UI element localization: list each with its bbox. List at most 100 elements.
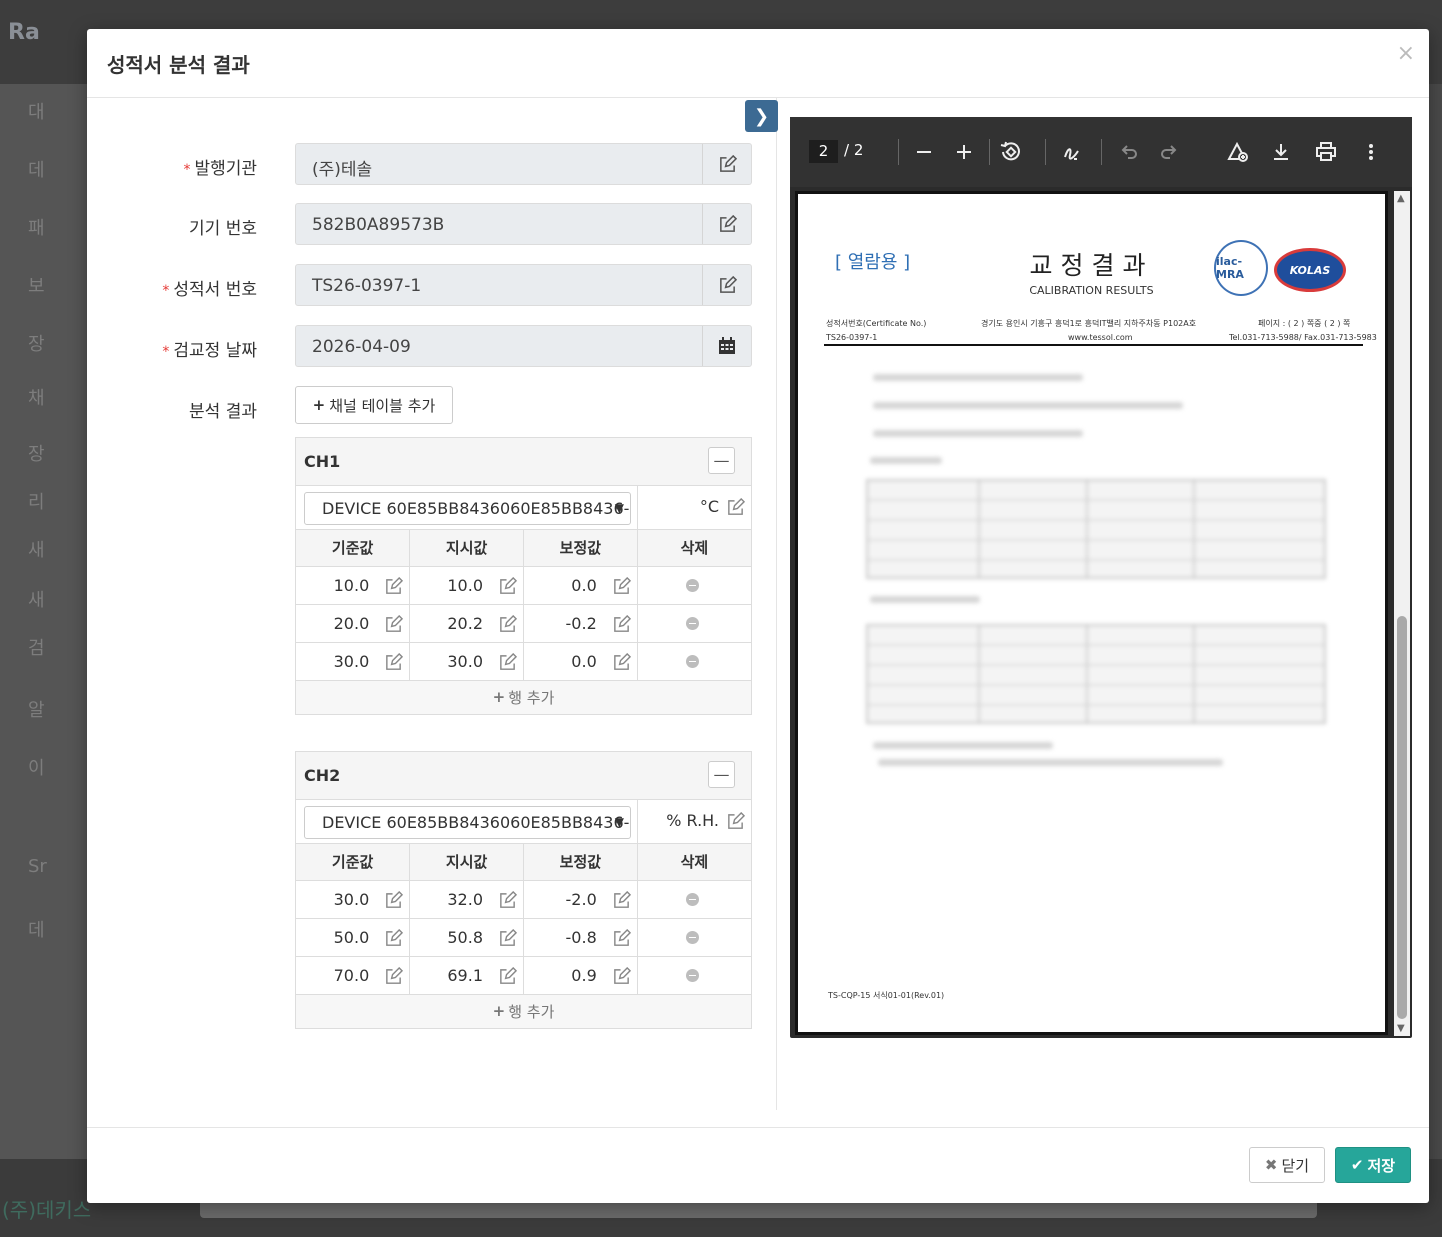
add-channel-table-button[interactable]: + 채널 테이블 추가 bbox=[295, 386, 453, 424]
edit-icon[interactable] bbox=[612, 966, 631, 990]
cert-no: TS26-0397-1 bbox=[826, 333, 878, 342]
calibration-date-row: * 검교정 날짜 2026-04-09 bbox=[87, 325, 767, 367]
draw-icon[interactable] bbox=[1060, 139, 1086, 165]
cell-value: -0.2 bbox=[565, 613, 597, 633]
pdf-scrollbar[interactable]: ▲ ▼ bbox=[1394, 191, 1410, 1036]
delete-cell bbox=[637, 566, 751, 605]
edit-icon[interactable] bbox=[384, 576, 404, 600]
table-row: 20.0 20.2 -0.2 bbox=[296, 604, 751, 643]
required-mark: * bbox=[162, 344, 170, 360]
channel-device-row: DEVICE 60E85BB8436060E85BB8436-6 ▼ % R.H… bbox=[296, 800, 751, 844]
device-number-field[interactable]: 582B0A89573B bbox=[295, 203, 752, 245]
issuer-field[interactable]: (주)테솔 bbox=[295, 143, 752, 185]
cell-value: 50.8 bbox=[447, 927, 483, 947]
edit-icon[interactable] bbox=[612, 890, 631, 914]
issuer-label: * 발행기관 bbox=[183, 159, 257, 179]
add-row-button[interactable]: + 행 추가 bbox=[296, 680, 751, 714]
page-number-input[interactable]: 2 bbox=[809, 140, 838, 163]
undo-icon[interactable] bbox=[1116, 139, 1142, 165]
edit-icon[interactable] bbox=[726, 497, 746, 521]
modal-title: 성적서 분석 결과 bbox=[107, 53, 250, 77]
edit-icon[interactable] bbox=[612, 652, 631, 676]
edit-icon[interactable] bbox=[702, 265, 751, 305]
minus-icon[interactable]: — bbox=[708, 761, 735, 788]
add-row-button[interactable]: + 행 추가 bbox=[296, 994, 751, 1028]
edit-icon[interactable] bbox=[612, 576, 631, 600]
device-select[interactable]: DEVICE 60E85BB8436060E85BB8436-6 ▼ bbox=[304, 806, 631, 839]
scrollbar-thumb[interactable] bbox=[1397, 616, 1407, 1019]
address: 경기도 용인시 기흥구 흥덕1로 흥덕IT밸리 지하주차동 P102A호 bbox=[981, 319, 1197, 328]
edit-icon[interactable] bbox=[726, 811, 746, 835]
edit-icon[interactable] bbox=[384, 928, 404, 952]
close-icon: ✖ bbox=[1264, 1156, 1278, 1174]
edit-icon[interactable] bbox=[384, 890, 404, 914]
collapse-panel-button[interactable]: ❯ bbox=[745, 100, 778, 132]
plus-icon: + bbox=[492, 688, 506, 706]
edit-icon[interactable] bbox=[702, 204, 751, 244]
calendar-icon[interactable] bbox=[702, 326, 751, 366]
pdf-page: [ 열람용 ] 교정결과 CALIBRATION RESULTS ilac-MR… bbox=[795, 191, 1388, 1035]
sidebar-item: 이 bbox=[28, 758, 45, 779]
annotation-add-icon[interactable] bbox=[1224, 139, 1250, 165]
delete-cell bbox=[637, 604, 751, 643]
chevron-right-icon: ❯ bbox=[753, 105, 770, 127]
zoom-in-icon[interactable] bbox=[951, 139, 977, 165]
device-select[interactable]: DEVICE 60E85BB8436060E85BB8436-6 ▼ bbox=[304, 492, 631, 525]
value-cell: 0.0 bbox=[523, 566, 638, 605]
channel-table-ch2: CH2 — DEVICE 60E85BB8436060E85BB8436-6 ▼… bbox=[295, 751, 752, 1029]
sidebar-item: 보 bbox=[28, 276, 45, 297]
remove-row-icon[interactable] bbox=[685, 654, 699, 668]
check-icon: ✔ bbox=[1350, 1156, 1364, 1174]
scroll-up-icon[interactable]: ▲ bbox=[1397, 193, 1405, 204]
edit-icon[interactable] bbox=[702, 144, 751, 184]
remove-row-icon[interactable] bbox=[685, 968, 699, 982]
remove-row-icon[interactable] bbox=[685, 616, 699, 630]
calibration-date-field[interactable]: 2026-04-09 bbox=[295, 325, 752, 367]
edit-icon[interactable] bbox=[612, 614, 631, 638]
minus-icon[interactable]: — bbox=[708, 447, 735, 474]
app-sidebar-bg: 대 데 패 보 장 채 장 리 새 새 검 알 이 Sr 데 bbox=[0, 84, 88, 1159]
edit-icon[interactable] bbox=[384, 614, 404, 638]
issuer-row: * 발행기관 (주)테솔 bbox=[87, 143, 767, 185]
blurred-text bbox=[873, 430, 1083, 437]
blurred-text bbox=[873, 374, 1083, 381]
save-button[interactable]: ✔ 저장 bbox=[1335, 1147, 1411, 1183]
edit-icon[interactable] bbox=[498, 928, 518, 952]
value-cell: 20.2 bbox=[409, 604, 524, 643]
value-cell: 32.0 bbox=[409, 880, 524, 919]
certificate-number-label: * 성적서 번호 bbox=[162, 280, 257, 300]
edit-icon[interactable] bbox=[498, 576, 518, 600]
certificate-number-row: * 성적서 번호 TS26-0397-1 bbox=[87, 264, 767, 306]
channel-header: CH1 — bbox=[296, 438, 751, 486]
edit-icon[interactable] bbox=[612, 928, 631, 952]
scroll-down-icon[interactable]: ▼ bbox=[1397, 1023, 1405, 1034]
remove-row-icon[interactable] bbox=[685, 892, 699, 906]
cell-value: 10.0 bbox=[447, 575, 483, 595]
remove-row-icon[interactable] bbox=[685, 578, 699, 592]
edit-icon[interactable] bbox=[498, 966, 518, 990]
edit-icon[interactable] bbox=[498, 652, 518, 676]
close-button[interactable]: ✖ 닫기 bbox=[1249, 1147, 1325, 1183]
remove-row-icon[interactable] bbox=[685, 930, 699, 944]
edit-icon[interactable] bbox=[498, 614, 518, 638]
print-icon[interactable] bbox=[1313, 139, 1339, 165]
certificate-number-field[interactable]: TS26-0397-1 bbox=[295, 264, 752, 306]
header-reference: 기준값 bbox=[296, 844, 411, 881]
plus-icon: + bbox=[312, 396, 326, 414]
modal-close-icon[interactable]: × bbox=[1397, 41, 1415, 66]
sidebar-item: 검 bbox=[28, 638, 45, 659]
edit-icon[interactable] bbox=[384, 652, 404, 676]
download-icon[interactable] bbox=[1268, 139, 1294, 165]
cell-value: 69.1 bbox=[447, 965, 483, 985]
table-row: 10.0 10.0 0.0 bbox=[296, 566, 751, 605]
unit-cell: °C bbox=[637, 486, 751, 530]
blurred-text bbox=[873, 742, 1053, 749]
device-select-value: DEVICE 60E85BB8436060E85BB8436-6 bbox=[322, 813, 631, 832]
redo-icon[interactable] bbox=[1156, 139, 1182, 165]
rotate-icon[interactable] bbox=[997, 139, 1023, 165]
more-options-icon[interactable] bbox=[1358, 139, 1384, 165]
edit-icon[interactable] bbox=[384, 966, 404, 990]
zoom-out-icon[interactable] bbox=[911, 139, 937, 165]
sidebar-item: 리 bbox=[28, 492, 45, 513]
edit-icon[interactable] bbox=[498, 890, 518, 914]
